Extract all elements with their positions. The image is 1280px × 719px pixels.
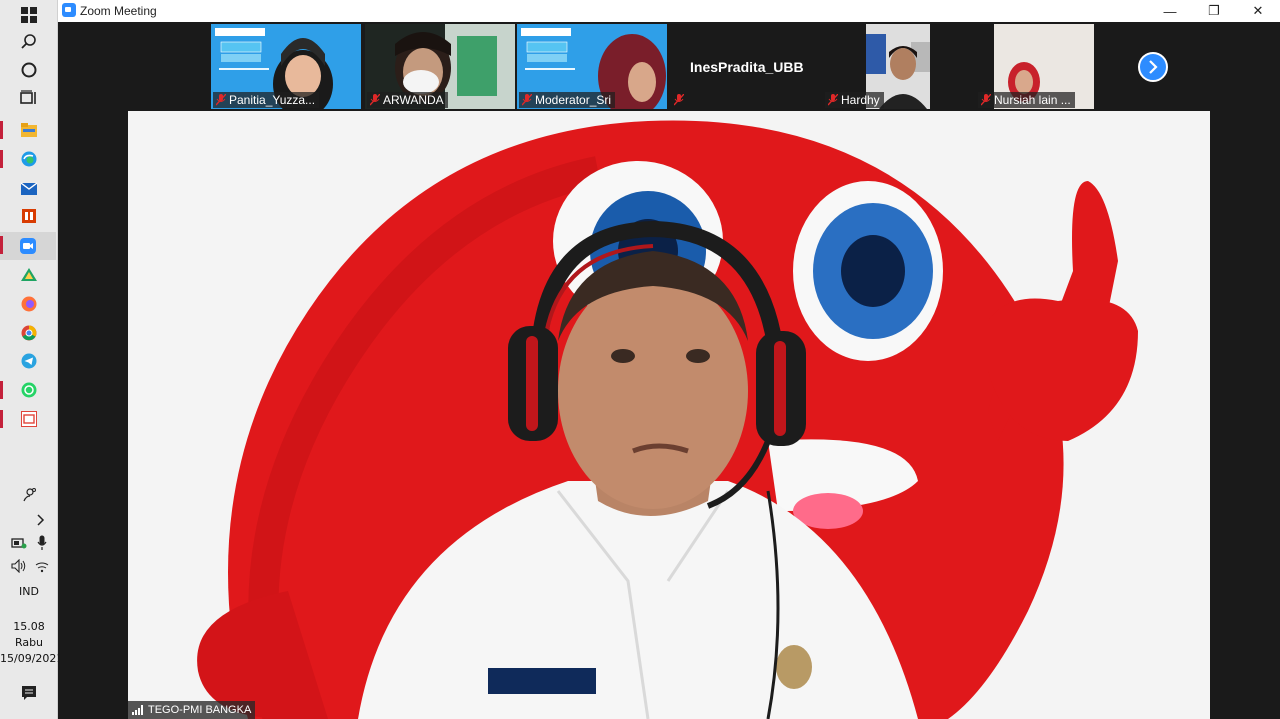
- file-explorer-icon[interactable]: [14, 117, 44, 143]
- whatsapp-icon[interactable]: [14, 377, 44, 403]
- cortana-icon[interactable]: [14, 57, 44, 83]
- minimize-button[interactable]: —: [1148, 0, 1192, 22]
- windows-taskbar: IND 15.08 Rabu 15/09/2021: [0, 0, 64, 719]
- participant-name: Hardhy: [841, 93, 880, 107]
- participant-display-name: InesPradita_UBB: [690, 59, 804, 75]
- zoom-meeting-content: Panitia_Yuzza... ARWANDA Moderator_Sri I…: [58, 22, 1280, 719]
- participant-name: Nursiah lain ...: [994, 93, 1071, 107]
- participant-strip: Panitia_Yuzza... ARWANDA Moderator_Sri I…: [58, 22, 1280, 110]
- window-title: Zoom Meeting: [80, 4, 157, 18]
- participant-name: ARWANDA: [383, 93, 444, 107]
- restore-button[interactable]: ❐: [1192, 0, 1236, 22]
- participant-tile[interactable]: Panitia_Yuzza...: [211, 24, 361, 109]
- window-title-bar[interactable]: Zoom Meeting — ❐ ✕: [58, 0, 1280, 22]
- notification-center-icon[interactable]: [14, 680, 44, 706]
- clock-day: Rabu: [14, 636, 44, 649]
- office-icon[interactable]: [14, 203, 44, 229]
- zoom-app-icon: [62, 3, 76, 17]
- participant-tile[interactable]: Nursiah lain ...: [976, 24, 1126, 109]
- participant-tile[interactable]: ARWANDA: [365, 24, 515, 109]
- volume-icon[interactable]: [6, 553, 32, 579]
- pdf-reader-icon[interactable]: [14, 406, 44, 432]
- participant-name-tag: Moderator_Sri: [519, 92, 616, 108]
- participant-tile[interactable]: Hardhy: [823, 24, 973, 109]
- muted-mic-icon: [674, 94, 684, 106]
- google-drive-icon[interactable]: [14, 262, 44, 288]
- windows-start-icon[interactable]: [14, 2, 44, 28]
- wifi-icon[interactable]: [30, 553, 54, 579]
- participant-name: Panitia_Yuzza...: [229, 93, 316, 107]
- language-indicator[interactable]: IND: [0, 585, 58, 598]
- telegram-icon[interactable]: [14, 348, 44, 374]
- clock-time[interactable]: 15.08: [0, 620, 58, 633]
- search-icon[interactable]: [14, 29, 44, 55]
- active-speaker-name-tag: TEGO-PMI BANGKA: [128, 701, 256, 719]
- chrome-icon[interactable]: [14, 320, 44, 346]
- clock-date: 15/09/2021: [0, 652, 64, 665]
- firefox-icon[interactable]: [14, 291, 44, 317]
- muted-mic-icon: [828, 94, 838, 106]
- muted-mic-icon: [522, 94, 532, 106]
- zoom-taskbar-icon[interactable]: [0, 232, 56, 260]
- participant-name: Moderator_Sri: [535, 93, 612, 107]
- close-button[interactable]: ✕: [1236, 0, 1280, 22]
- participant-name-tag: Hardhy: [825, 92, 884, 108]
- chevron-right-icon: [1149, 60, 1158, 74]
- participant-tile[interactable]: Moderator_Sri: [517, 24, 667, 109]
- speaker-video-frame: [128, 111, 1210, 719]
- people-icon[interactable]: [14, 482, 44, 508]
- edge-browser-icon[interactable]: [14, 146, 44, 172]
- connection-signal-icon: [132, 705, 143, 715]
- participant-name-tag: ARWANDA: [367, 92, 448, 108]
- muted-mic-icon: [216, 94, 226, 106]
- muted-mic-icon: [981, 94, 991, 106]
- active-speaker-name: TEGO-PMI BANGKA: [148, 704, 252, 716]
- muted-mic-icon: [370, 94, 380, 106]
- participant-tile[interactable]: InesPradita_UBB: [670, 24, 820, 109]
- mail-icon[interactable]: [14, 175, 44, 201]
- task-view-icon[interactable]: [14, 85, 44, 111]
- next-page-button[interactable]: [1138, 52, 1168, 82]
- participant-name-tag: Panitia_Yuzza...: [213, 92, 320, 108]
- participant-name-tag: Nursiah lain ...: [978, 92, 1075, 108]
- active-speaker-video[interactable]: TEGO-PMI BANGKA: [128, 111, 1210, 719]
